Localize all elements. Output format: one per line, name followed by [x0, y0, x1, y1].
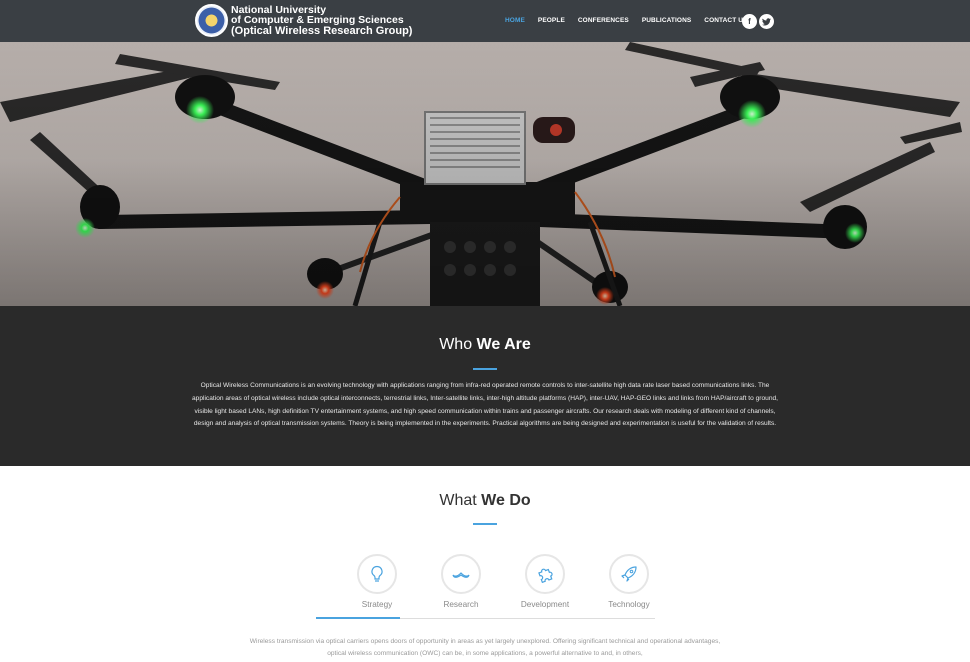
university-seal-icon	[195, 4, 228, 37]
nav-publications[interactable]: PUBLICATIONS	[642, 17, 691, 24]
who-title-light: Who	[439, 336, 477, 353]
who-title-bold: We Are	[476, 336, 531, 353]
tab-technology[interactable]: Technology	[587, 554, 671, 609]
logo-line-3: (Optical Wireless Research Group)	[231, 25, 413, 37]
nav-conferences[interactable]: CONFERENCES	[578, 17, 629, 24]
mustache-icon	[441, 554, 481, 594]
what-description: Wireless transmission via optical carrie…	[249, 638, 721, 657]
who-description: Optical Wireless Communications is an ev…	[192, 382, 778, 428]
services-tabs: Strategy Research Development Technology	[335, 554, 671, 609]
logo-line-2: of Computer & Emerging Sciences	[231, 14, 404, 26]
logo-text: National University of Computer & Emergi…	[231, 5, 413, 37]
puzzle-icon	[525, 554, 565, 594]
site-header: National University of Computer & Emergi…	[0, 0, 970, 42]
service-label: Technology	[608, 600, 650, 609]
title-underline	[473, 368, 497, 370]
tab-development[interactable]: Development	[503, 554, 587, 609]
service-label: Research	[443, 600, 479, 609]
what-title-bold: We Do	[481, 492, 531, 509]
social-links: f	[742, 14, 776, 29]
nav-home[interactable]: HOME	[505, 17, 525, 24]
nav-contact-us[interactable]: CONTACT US	[704, 17, 747, 24]
tab-strategy[interactable]: Strategy	[335, 554, 419, 609]
tab-research[interactable]: Research	[419, 554, 503, 609]
nav-people[interactable]: PEOPLE	[538, 17, 565, 24]
hero-drone-image	[0, 42, 970, 306]
title-underline	[473, 523, 497, 525]
main-nav: HOME PEOPLE CONFERENCES PUBLICATIONS CON…	[505, 17, 760, 24]
logo[interactable]: National University of Computer & Emergi…	[195, 4, 412, 37]
facebook-icon[interactable]: f	[742, 14, 757, 29]
active-tab-indicator	[316, 617, 400, 619]
twitter-icon[interactable]	[759, 14, 774, 29]
what-we-do-section: What We Do Strategy Research Development	[0, 466, 970, 662]
service-label: Strategy	[361, 600, 393, 609]
lightbulb-icon	[357, 554, 397, 594]
what-title: What We Do	[0, 492, 970, 510]
who-we-are-section: Who We Are Optical Wireless Communicatio…	[0, 306, 970, 466]
service-label: Development	[520, 600, 570, 609]
who-title: Who We Are	[0, 336, 970, 354]
what-title-light: What	[439, 492, 482, 509]
rocket-icon	[609, 554, 649, 594]
